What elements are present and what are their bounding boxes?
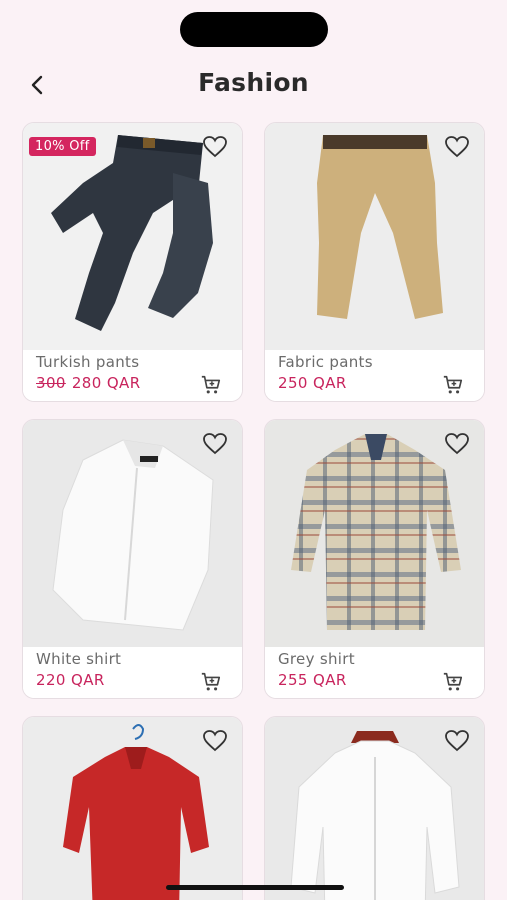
cart-icon[interactable] xyxy=(442,671,464,693)
product-price: 300 280 QAR xyxy=(36,374,141,392)
product-name: Grey shirt xyxy=(278,650,355,668)
product-info: Turkish pants 300 280 QAR xyxy=(23,350,242,401)
product-price: 220 QAR xyxy=(36,671,105,689)
product-card[interactable]: 10% Off Turkish pants 300 280 QAR xyxy=(22,122,243,402)
product-card[interactable]: Fabric pants 250 QAR xyxy=(264,122,485,402)
discount-badge: 10% Off xyxy=(29,137,96,156)
heart-icon[interactable] xyxy=(444,135,470,159)
product-image xyxy=(265,123,484,350)
product-image xyxy=(265,420,484,647)
heart-icon[interactable] xyxy=(444,729,470,753)
product-image xyxy=(23,717,242,900)
product-price: 255 QAR xyxy=(278,671,347,689)
product-image xyxy=(23,420,242,647)
old-price: 300 xyxy=(36,374,66,392)
camera-notch xyxy=(180,12,328,47)
cart-icon[interactable] xyxy=(200,671,222,693)
product-card[interactable] xyxy=(264,716,485,900)
product-info: Fabric pants 250 QAR xyxy=(265,350,484,401)
cart-icon[interactable] xyxy=(200,374,222,396)
product-card[interactable]: White shirt 220 QAR xyxy=(22,419,243,699)
page-title: Fashion xyxy=(198,68,309,97)
product-name: Fabric pants xyxy=(278,353,373,371)
product-image xyxy=(265,717,484,900)
product-name: Turkish pants xyxy=(36,353,140,371)
product-info: Grey shirt 255 QAR xyxy=(265,647,484,698)
app-header: Fashion xyxy=(0,62,507,108)
home-indicator[interactable] xyxy=(166,885,344,890)
product-card[interactable] xyxy=(22,716,243,900)
heart-icon[interactable] xyxy=(202,135,228,159)
product-info: White shirt 220 QAR xyxy=(23,647,242,698)
product-price: 250 QAR xyxy=(278,374,347,392)
cart-icon[interactable] xyxy=(442,374,464,396)
heart-icon[interactable] xyxy=(444,432,470,456)
product-name: White shirt xyxy=(36,650,122,668)
product-card[interactable]: Grey shirt 255 QAR xyxy=(264,419,485,699)
heart-icon[interactable] xyxy=(202,729,228,753)
current-price: 280 QAR xyxy=(71,374,141,392)
product-image: 10% Off xyxy=(23,123,242,350)
heart-icon[interactable] xyxy=(202,432,228,456)
